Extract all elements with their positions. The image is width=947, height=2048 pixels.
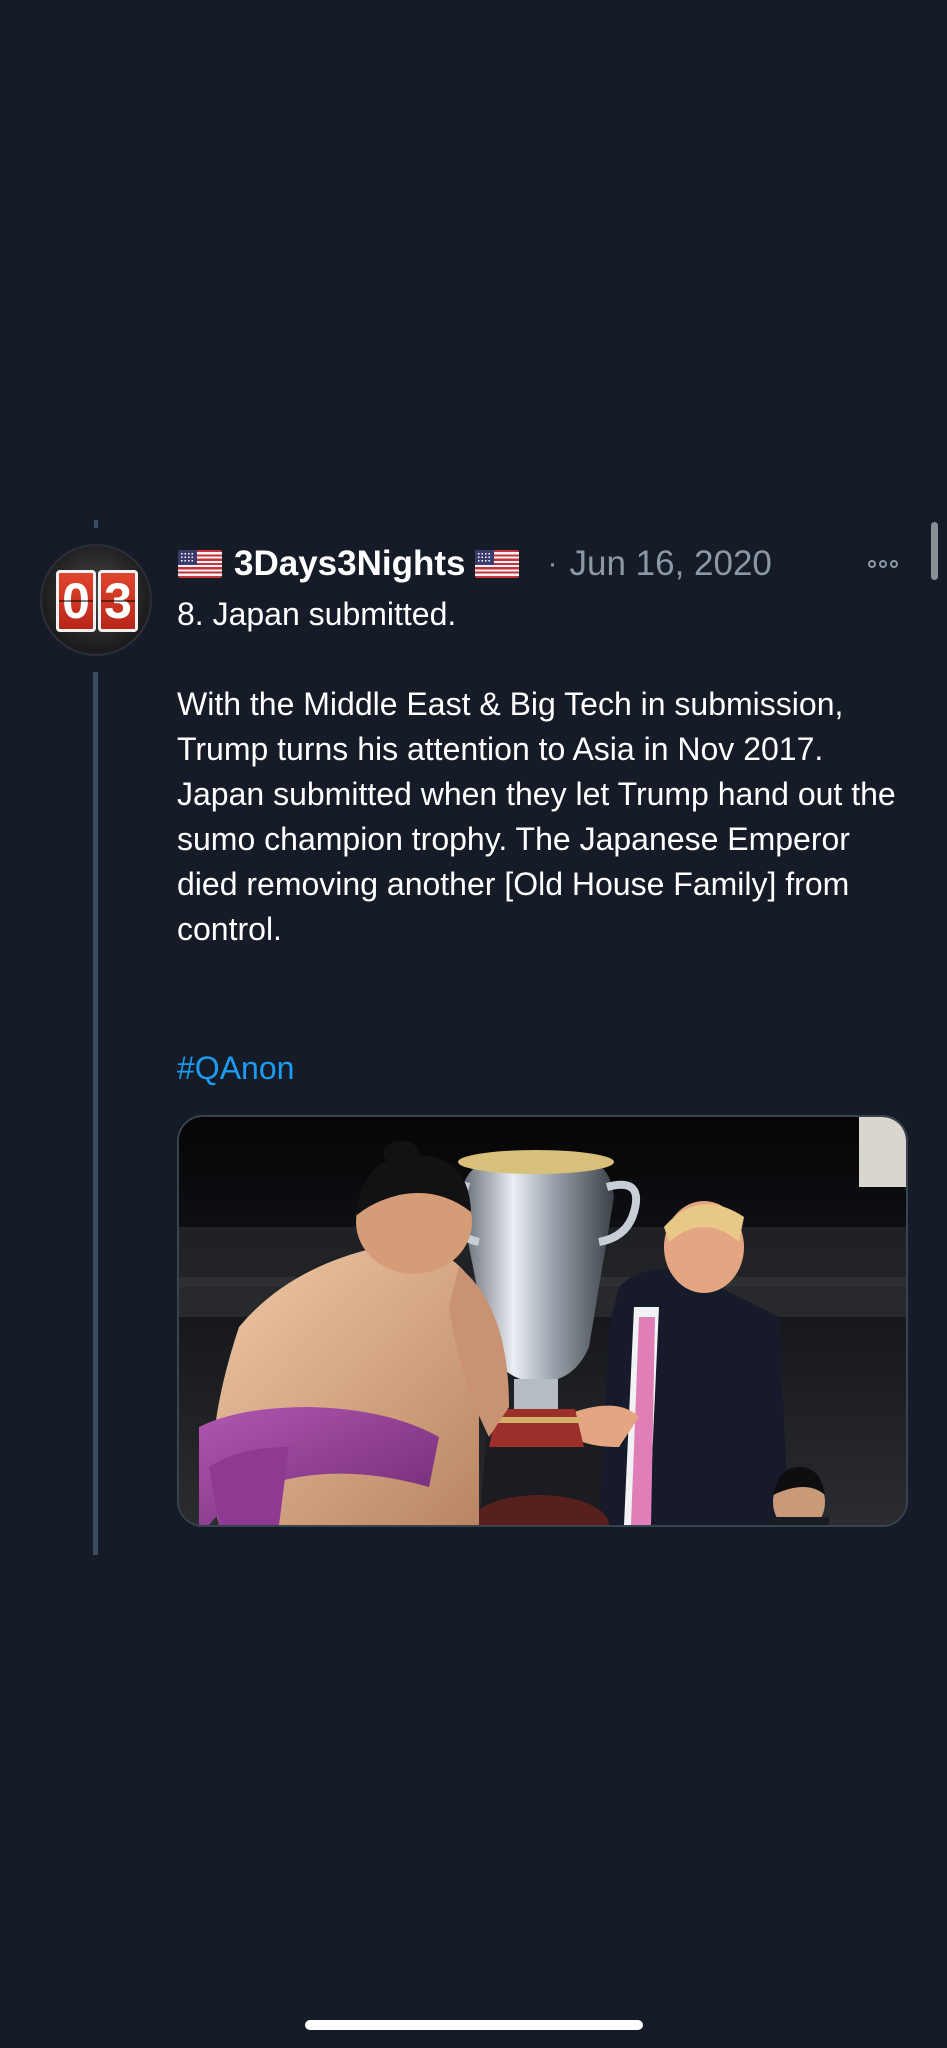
tweet-text: 8. Japan submitted. With the Middle East… xyxy=(177,596,896,947)
tweet-header: 3Days3Nights · Jun 16, 2020 xyxy=(178,540,772,588)
hashtag-link[interactable]: #QAnon xyxy=(177,1046,294,1091)
us-flag-icon xyxy=(475,550,520,578)
home-indicator[interactable] xyxy=(305,2020,643,2030)
avatar[interactable]: 0 3 xyxy=(40,544,152,656)
more-dot-icon xyxy=(879,560,887,568)
us-flag-icon xyxy=(178,550,222,578)
author-name[interactable]: 3Days3Nights xyxy=(234,544,465,584)
more-dot-icon xyxy=(890,560,898,568)
thread-line-top xyxy=(94,520,98,528)
avatar-digit-three: 3 xyxy=(98,570,138,632)
more-options-icon[interactable] xyxy=(868,551,898,577)
avatar-digit-zero: 0 xyxy=(56,570,96,632)
more-dot-icon xyxy=(868,560,876,568)
tweet-date[interactable]: Jun 16, 2020 xyxy=(569,544,771,584)
photo-sumo-trophy-icon xyxy=(179,1117,906,1525)
thread-line xyxy=(93,672,98,1555)
scrollbar[interactable] xyxy=(931,522,938,580)
tweet-photo[interactable] xyxy=(177,1115,908,1527)
separator-dot: · xyxy=(547,547,558,580)
